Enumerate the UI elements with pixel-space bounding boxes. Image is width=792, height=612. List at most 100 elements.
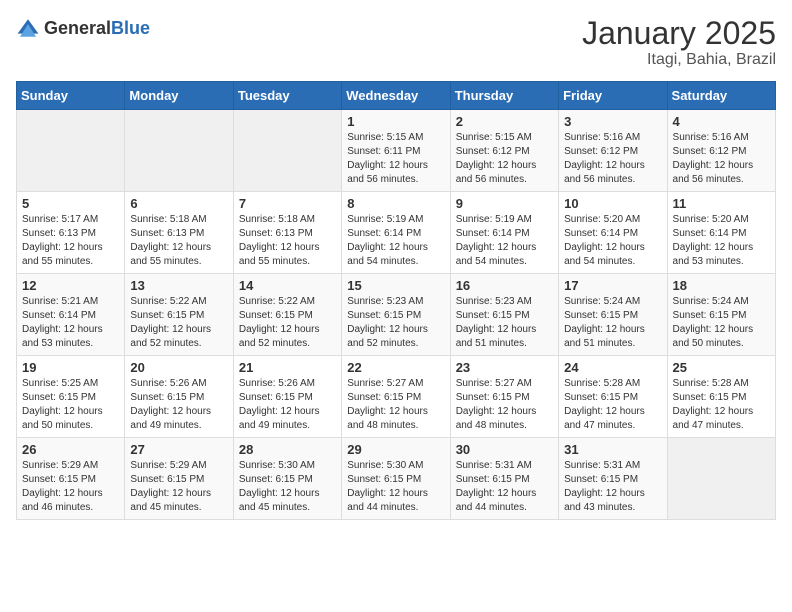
day-info: Sunrise: 5:27 AM Sunset: 6:15 PM Dayligh… (347, 377, 444, 433)
calendar-subtitle: Itagi, Bahia, Brazil (582, 51, 776, 69)
calendar-cell: 15Sunrise: 5:23 AM Sunset: 6:15 PM Dayli… (342, 274, 450, 356)
calendar-week-2: 5 Sunrise: 5:17 AM Sunset: 6:13 PM Daylig… (17, 192, 776, 274)
day-number: 25 (673, 360, 770, 375)
day-number: 17 (564, 278, 661, 293)
calendar-cell: 17 Sunrise: 5:24 AM Sunset: 6:15 PM Dayli… (559, 274, 667, 356)
day-number: 10 (564, 196, 661, 211)
title-block: January 2025 Itagi, Bahia, Brazil (582, 16, 776, 69)
calendar-cell (667, 438, 775, 520)
header-friday: Friday (559, 82, 667, 110)
logo-text-general: General (44, 18, 111, 38)
logo-icon (16, 16, 40, 40)
day-number: 2 (456, 114, 553, 129)
day-number: 30 (456, 442, 553, 457)
calendar-header-row: SundayMondayTuesdayWednesdayThursdayFrid… (17, 82, 776, 110)
day-number: 31 (564, 442, 661, 457)
day-info: Sunrise: 5:19 AM Sunset: 6:14 PM Dayligh… (456, 213, 553, 269)
calendar-cell: 1Sunrise: 5:15 AM Sunset: 6:11 PM Daylig… (342, 110, 450, 192)
day-info: Sunrise: 5:25 AM Sunset: 6:15 PM Dayligh… (22, 377, 119, 433)
day-number: 6 (130, 196, 227, 211)
day-number: 16 (456, 278, 553, 293)
day-info: Sunrise: 5:23 AM Sunset: 6:15 PM Dayligh… (456, 295, 553, 351)
day-number: 19 (22, 360, 119, 375)
day-info: Sunrise: 5:24 AM Sunset: 6:15 PM Dayligh… (564, 295, 661, 351)
day-number: 27 (130, 442, 227, 457)
calendar-cell: 28 Sunrise: 5:30 AM Sunset: 6:15 PM Dayli… (233, 438, 341, 520)
calendar-cell: 5 Sunrise: 5:17 AM Sunset: 6:13 PM Daylig… (17, 192, 125, 274)
day-number: 1 (347, 114, 444, 129)
calendar-cell: 3 Sunrise: 5:16 AM Sunset: 6:12 PM Daylig… (559, 110, 667, 192)
calendar-cell: 30 Sunrise: 5:31 AM Sunset: 6:15 PM Dayli… (450, 438, 558, 520)
day-info: Sunrise: 5:20 AM Sunset: 6:14 PM Dayligh… (673, 213, 770, 269)
header-wednesday: Wednesday (342, 82, 450, 110)
day-info: Sunrise: 5:16 AM Sunset: 6:12 PM Dayligh… (673, 131, 770, 187)
calendar-cell: 31Sunrise: 5:31 AM Sunset: 6:15 PM Dayli… (559, 438, 667, 520)
day-number: 12 (22, 278, 119, 293)
calendar-cell: 19 Sunrise: 5:25 AM Sunset: 6:15 PM Dayli… (17, 356, 125, 438)
day-number: 8 (347, 196, 444, 211)
calendar-week-1: 1Sunrise: 5:15 AM Sunset: 6:11 PM Daylig… (17, 110, 776, 192)
day-number: 4 (673, 114, 770, 129)
header-saturday: Saturday (667, 82, 775, 110)
calendar-cell: 13Sunrise: 5:22 AM Sunset: 6:15 PM Dayli… (125, 274, 233, 356)
calendar-cell: 7 Sunrise: 5:18 AM Sunset: 6:13 PM Daylig… (233, 192, 341, 274)
calendar-cell: 25 Sunrise: 5:28 AM Sunset: 6:15 PM Dayli… (667, 356, 775, 438)
day-info: Sunrise: 5:31 AM Sunset: 6:15 PM Dayligh… (456, 459, 553, 515)
day-number: 20 (130, 360, 227, 375)
calendar-cell (125, 110, 233, 192)
day-info: Sunrise: 5:24 AM Sunset: 6:15 PM Dayligh… (673, 295, 770, 351)
calendar-week-5: 26 Sunrise: 5:29 AM Sunset: 6:15 PM Dayli… (17, 438, 776, 520)
day-number: 21 (239, 360, 336, 375)
calendar-cell: 24Sunrise: 5:28 AM Sunset: 6:15 PM Dayli… (559, 356, 667, 438)
day-number: 7 (239, 196, 336, 211)
calendar-cell: 20 Sunrise: 5:26 AM Sunset: 6:15 PM Dayli… (125, 356, 233, 438)
calendar-cell: 26 Sunrise: 5:29 AM Sunset: 6:15 PM Dayli… (17, 438, 125, 520)
day-number: 28 (239, 442, 336, 457)
header-thursday: Thursday (450, 82, 558, 110)
day-number: 29 (347, 442, 444, 457)
day-info: Sunrise: 5:27 AM Sunset: 6:15 PM Dayligh… (456, 377, 553, 433)
day-info: Sunrise: 5:26 AM Sunset: 6:15 PM Dayligh… (239, 377, 336, 433)
logo: GeneralBlue (16, 16, 150, 40)
day-info: Sunrise: 5:17 AM Sunset: 6:13 PM Dayligh… (22, 213, 119, 269)
calendar-cell: 27 Sunrise: 5:29 AM Sunset: 6:15 PM Dayli… (125, 438, 233, 520)
calendar-cell (233, 110, 341, 192)
logo-text-blue: Blue (111, 18, 150, 38)
day-info: Sunrise: 5:29 AM Sunset: 6:15 PM Dayligh… (22, 459, 119, 515)
calendar-cell: 10 Sunrise: 5:20 AM Sunset: 6:14 PM Dayli… (559, 192, 667, 274)
calendar-cell: 12 Sunrise: 5:21 AM Sunset: 6:14 PM Dayli… (17, 274, 125, 356)
day-number: 26 (22, 442, 119, 457)
calendar-week-4: 19 Sunrise: 5:25 AM Sunset: 6:15 PM Dayli… (17, 356, 776, 438)
calendar-cell: 29 Sunrise: 5:30 AM Sunset: 6:15 PM Dayli… (342, 438, 450, 520)
day-info: Sunrise: 5:15 AM Sunset: 6:12 PM Dayligh… (456, 131, 553, 187)
day-number: 14 (239, 278, 336, 293)
day-info: Sunrise: 5:22 AM Sunset: 6:15 PM Dayligh… (239, 295, 336, 351)
calendar-cell: 18 Sunrise: 5:24 AM Sunset: 6:15 PM Dayli… (667, 274, 775, 356)
day-number: 11 (673, 196, 770, 211)
calendar-cell: 6Sunrise: 5:18 AM Sunset: 6:13 PM Daylig… (125, 192, 233, 274)
day-info: Sunrise: 5:19 AM Sunset: 6:14 PM Dayligh… (347, 213, 444, 269)
calendar-table: SundayMondayTuesdayWednesdayThursdayFrid… (16, 81, 776, 520)
day-info: Sunrise: 5:30 AM Sunset: 6:15 PM Dayligh… (239, 459, 336, 515)
day-info: Sunrise: 5:16 AM Sunset: 6:12 PM Dayligh… (564, 131, 661, 187)
day-number: 3 (564, 114, 661, 129)
day-info: Sunrise: 5:23 AM Sunset: 6:15 PM Dayligh… (347, 295, 444, 351)
day-number: 24 (564, 360, 661, 375)
calendar-cell: 2 Sunrise: 5:15 AM Sunset: 6:12 PM Daylig… (450, 110, 558, 192)
calendar-cell: 9Sunrise: 5:19 AM Sunset: 6:14 PM Daylig… (450, 192, 558, 274)
day-number: 5 (22, 196, 119, 211)
day-info: Sunrise: 5:18 AM Sunset: 6:13 PM Dayligh… (239, 213, 336, 269)
calendar-cell (17, 110, 125, 192)
day-info: Sunrise: 5:30 AM Sunset: 6:15 PM Dayligh… (347, 459, 444, 515)
calendar-title: January 2025 (582, 16, 776, 51)
day-info: Sunrise: 5:26 AM Sunset: 6:15 PM Dayligh… (130, 377, 227, 433)
calendar-cell: 14 Sunrise: 5:22 AM Sunset: 6:15 PM Dayli… (233, 274, 341, 356)
day-info: Sunrise: 5:20 AM Sunset: 6:14 PM Dayligh… (564, 213, 661, 269)
day-info: Sunrise: 5:29 AM Sunset: 6:15 PM Dayligh… (130, 459, 227, 515)
day-number: 23 (456, 360, 553, 375)
day-info: Sunrise: 5:28 AM Sunset: 6:15 PM Dayligh… (673, 377, 770, 433)
day-info: Sunrise: 5:21 AM Sunset: 6:14 PM Dayligh… (22, 295, 119, 351)
calendar-cell: 23 Sunrise: 5:27 AM Sunset: 6:15 PM Dayli… (450, 356, 558, 438)
day-number: 18 (673, 278, 770, 293)
calendar-cell: 4 Sunrise: 5:16 AM Sunset: 6:12 PM Daylig… (667, 110, 775, 192)
